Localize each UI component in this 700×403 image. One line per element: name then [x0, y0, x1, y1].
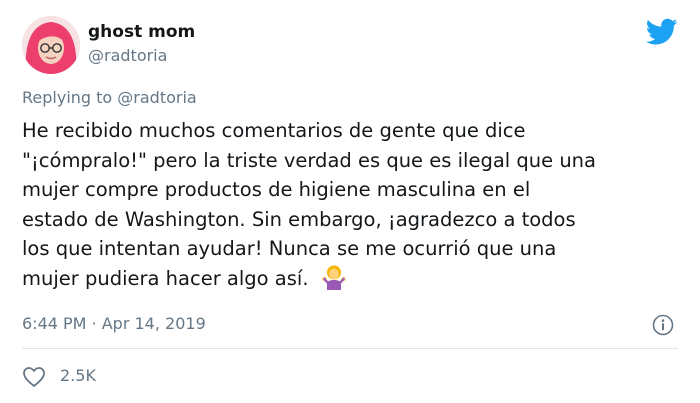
heart-icon[interactable]: [22, 366, 46, 388]
like-count[interactable]: 2.5K: [60, 366, 96, 385]
tweet-text-line: los que intentan ayudar! Nunca se me ocu…: [22, 237, 557, 260]
divider: [22, 348, 678, 349]
tweet-text-line: mujer compre productos de higiene mascul…: [22, 178, 531, 201]
reply-prefix: Replying to: [22, 88, 113, 107]
tweet-text-line: mujer pudiera hacer algo así.: [22, 266, 309, 290]
author-handle[interactable]: @radtoria: [88, 46, 167, 65]
tweet-text-last-line: mujer pudiera hacer algo así.: [22, 264, 682, 294]
person-shrugging-emoji: [321, 265, 346, 290]
tweet-text-line: "¡cómpralo!" pero la triste verdad es qu…: [22, 148, 596, 172]
tweet-text-line: He recibido muchos comentarios de gente …: [22, 119, 526, 142]
twitter-bird-icon[interactable]: [646, 18, 678, 46]
reply-mention-link[interactable]: @radtoria: [117, 88, 196, 107]
reply-context: Replying to @radtoria: [22, 88, 197, 107]
info-icon[interactable]: [652, 314, 674, 336]
tweet-text-line: estado de Washington. Sin embargo, ¡agra…: [22, 207, 576, 231]
avatar[interactable]: [22, 16, 80, 74]
tweet-timestamp[interactable]: 6:44 PM · Apr 14, 2019: [22, 314, 206, 333]
avatar-image: [22, 16, 80, 74]
author-display-name[interactable]: ghost mom: [88, 22, 195, 42]
tweet-card: ghost mom @radtoria Replying to @radtori…: [0, 0, 700, 403]
tweet-text: He recibido muchos comentarios de gente …: [22, 116, 682, 293]
